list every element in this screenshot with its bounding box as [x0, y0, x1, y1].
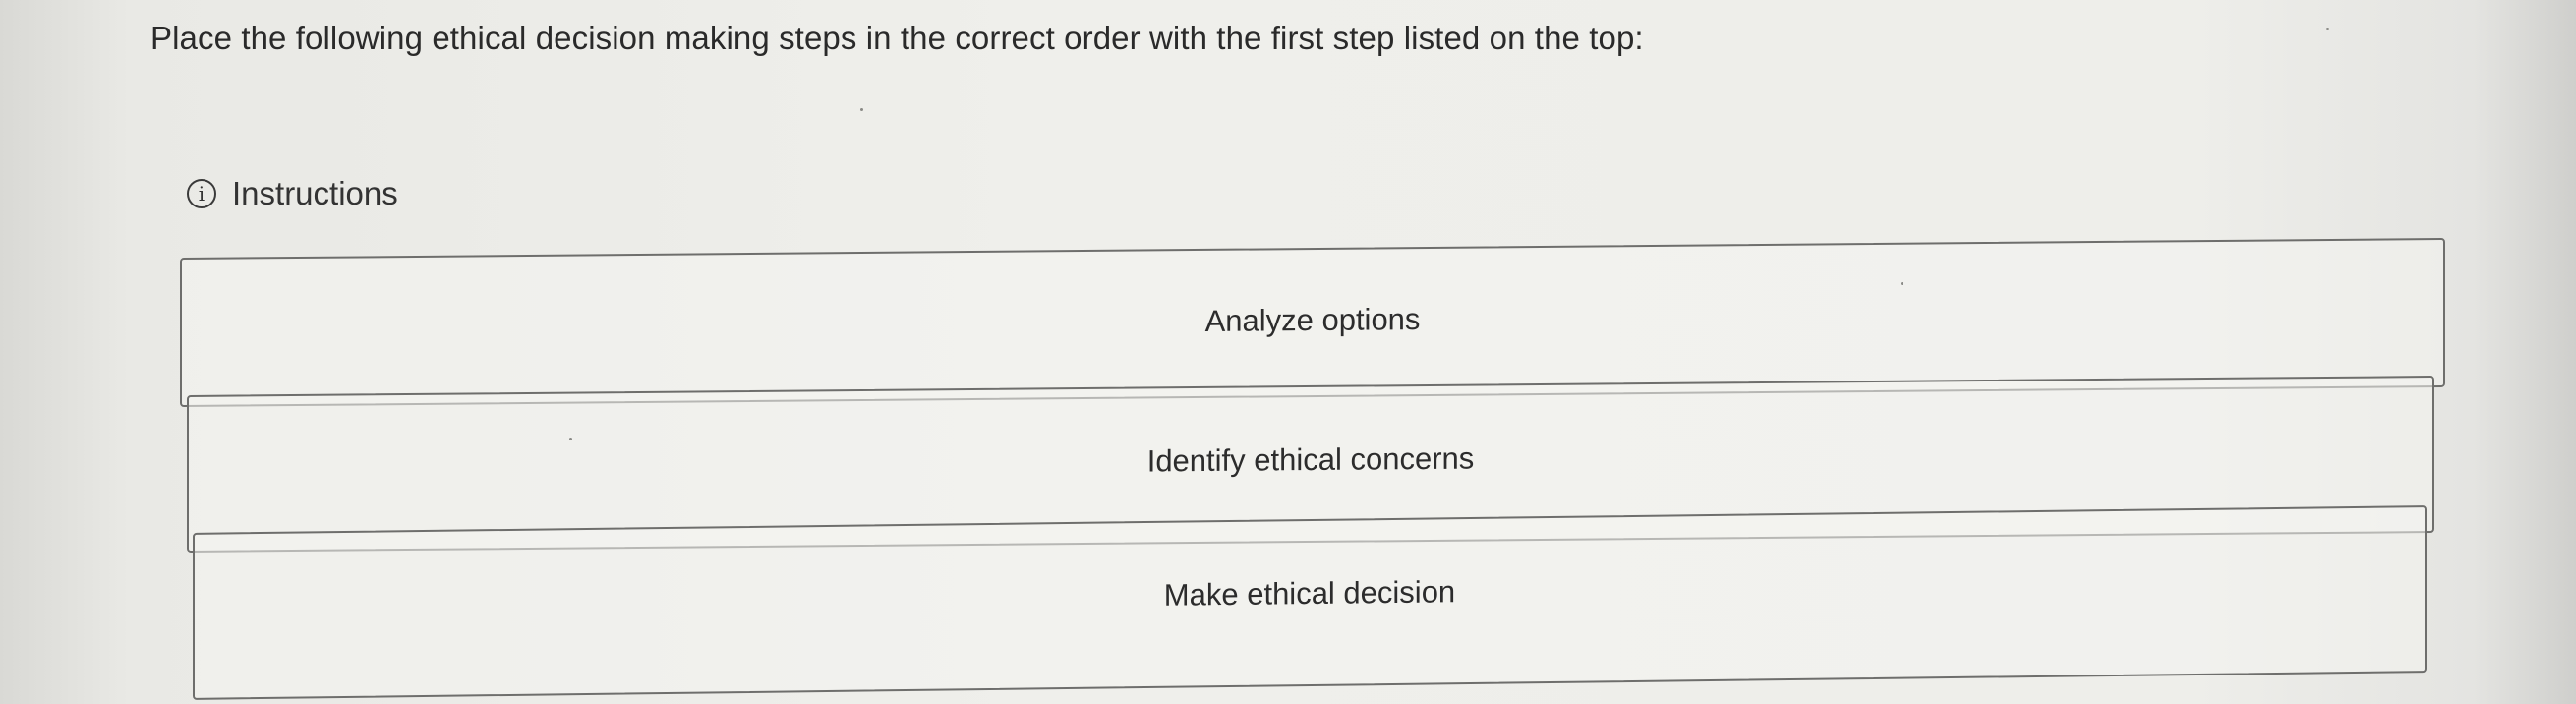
ordering-item-label: Identify ethical concerns: [1146, 440, 1475, 479]
ordering-question-page: Place the following ethical decision mak…: [0, 0, 2576, 704]
screen-speck: [1901, 282, 1903, 285]
screen-speck: [2326, 28, 2329, 30]
screen-speck: [860, 108, 863, 111]
ordering-item-label: Make ethical decision: [1163, 574, 1456, 613]
ordering-list: Analyze options Identify ethical concern…: [0, 0, 2576, 704]
ordering-item-label: Analyze options: [1204, 302, 1421, 338]
screen-speck: [569, 438, 572, 440]
ordering-item-make-ethical-decision[interactable]: Make ethical decision: [193, 505, 2427, 700]
